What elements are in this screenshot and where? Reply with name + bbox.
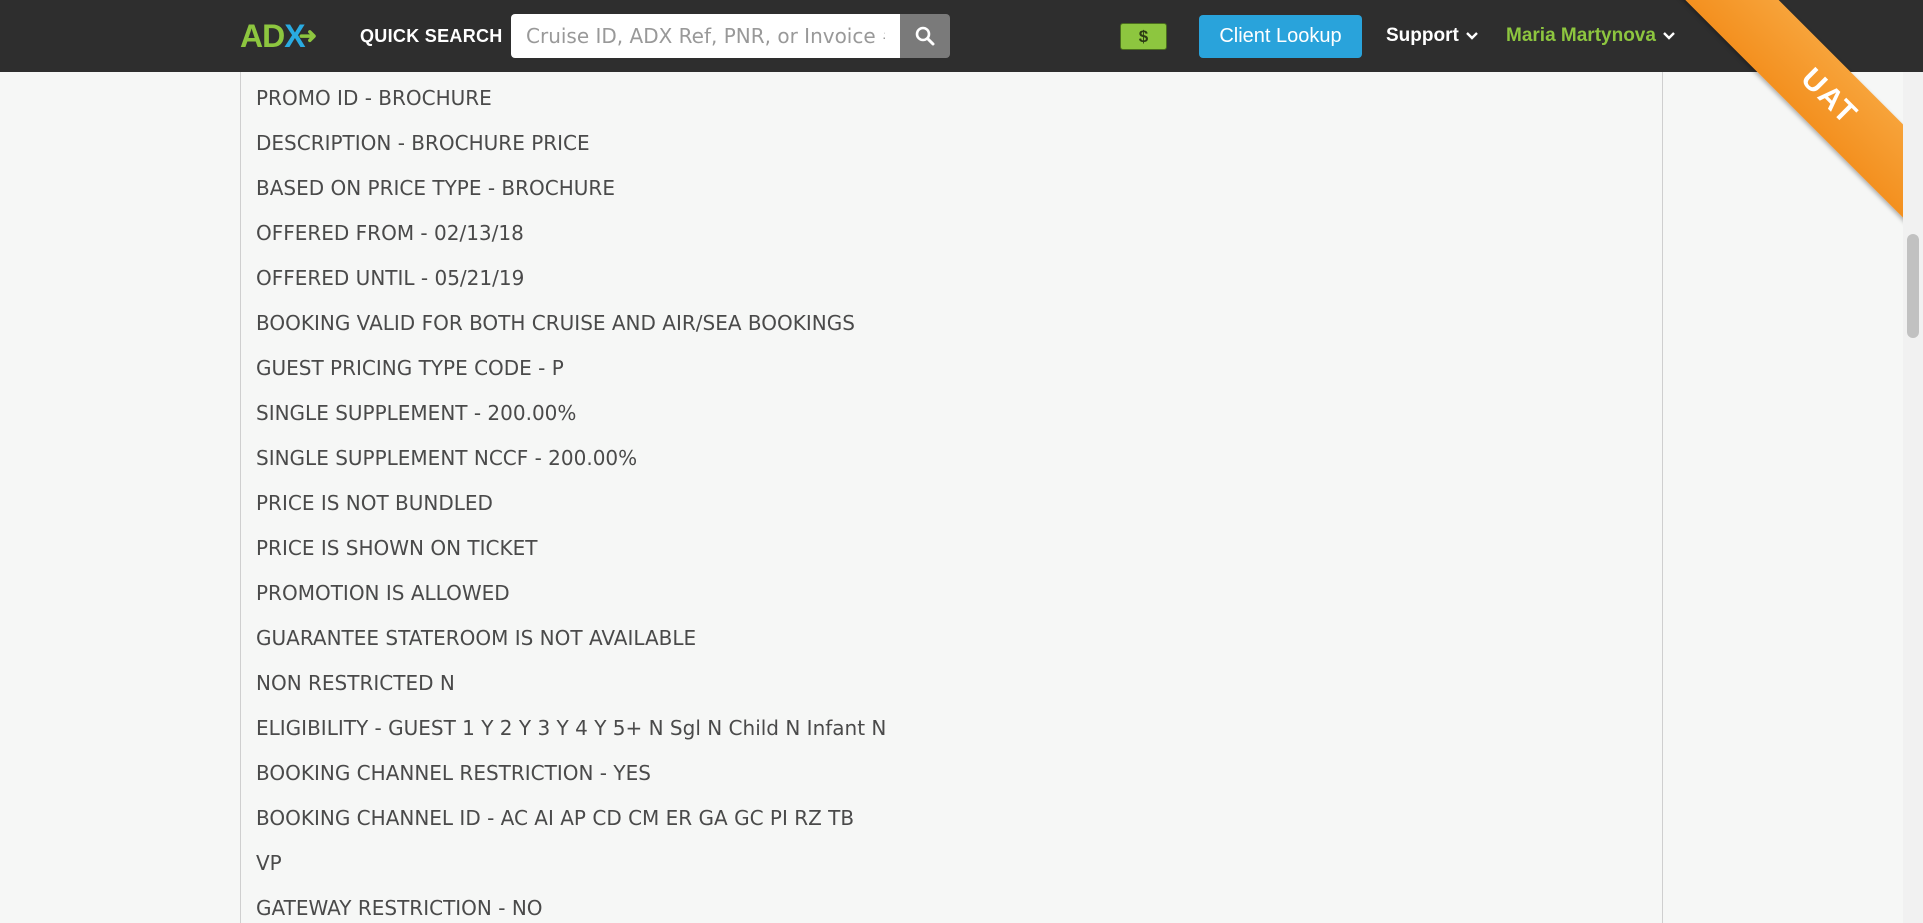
quick-search-input[interactable] (511, 14, 900, 58)
user-menu[interactable]: Maria Martynova (1506, 22, 1676, 50)
currency-button[interactable]: $ (1120, 23, 1167, 50)
promo-detail-line: ELIGIBILITY - GUEST 1 Y 2 Y 3 Y 4 Y 5+ N… (256, 716, 887, 740)
promo-detail-line: SINGLE SUPPLEMENT NCCF - 200.00% (256, 446, 638, 470)
promo-detail-line: DESCRIPTION - BROCHURE PRICE (256, 131, 590, 155)
top-navbar: ADX➜ QUICK SEARCH $ Client Lookup Suppor… (0, 0, 1923, 72)
chevron-down-icon (1465, 32, 1478, 40)
promo-detail-line: VP (256, 851, 282, 875)
promo-detail-line: SINGLE SUPPLEMENT - 200.00% (256, 401, 577, 425)
promo-detail-line: BOOKING CHANNEL RESTRICTION - YES (256, 761, 651, 785)
promo-details-panel: PROMO ID - BROCHURE DESCRIPTION - BROCHUR… (240, 72, 1663, 923)
logo-letters: AD (240, 17, 285, 54)
promo-detail-line: GUEST PRICING TYPE CODE - P (256, 356, 564, 380)
promo-detail-line: PROMO ID - BROCHURE (256, 86, 492, 110)
promo-detail-line: PROMOTION IS ALLOWED (256, 581, 510, 605)
chevron-down-icon (1663, 32, 1675, 40)
promo-detail-line: OFFERED UNTIL - 05/21/19 (256, 266, 525, 290)
search-button[interactable] (900, 14, 950, 58)
promo-detail-line: PRICE IS SHOWN ON TICKET (256, 536, 538, 560)
promo-detail-line: BOOKING CHANNEL ID - AC AI AP CD CM ER G… (256, 806, 855, 830)
promo-detail-line: GUARANTEE STATEROOM IS NOT AVAILABLE (256, 626, 697, 650)
logo-arrow-icon: ➜ (298, 23, 317, 48)
adx-logo[interactable]: AD X ➜ (240, 17, 317, 55)
promo-detail-line: GATEWAY RESTRICTION - NO (256, 896, 543, 920)
promo-detail-line: OFFERED FROM - 02/13/18 (256, 221, 524, 245)
quick-search-box (511, 14, 950, 58)
promo-detail-line: PRICE IS NOT BUNDLED (256, 491, 493, 515)
promo-details-list: PROMO ID - BROCHURE DESCRIPTION - BROCHUR… (241, 72, 1662, 923)
promo-detail-line: NON RESTRICTED N (256, 671, 455, 695)
page-scrollbar[interactable] (1903, 0, 1923, 923)
promo-detail-line: BASED ON PRICE TYPE - BROCHURE (256, 176, 615, 200)
search-icon (915, 26, 935, 46)
promo-detail-line: BOOKING VALID FOR BOTH CRUISE AND AIR/SE… (256, 311, 855, 335)
quick-search-label: QUICK SEARCH (360, 26, 503, 46)
user-name: Maria Martynova (1506, 25, 1656, 46)
scrollbar-thumb[interactable] (1907, 234, 1919, 338)
support-menu[interactable]: Support (1386, 22, 1479, 50)
client-lookup-button[interactable]: Client Lookup (1199, 15, 1362, 58)
support-label: Support (1386, 25, 1459, 46)
